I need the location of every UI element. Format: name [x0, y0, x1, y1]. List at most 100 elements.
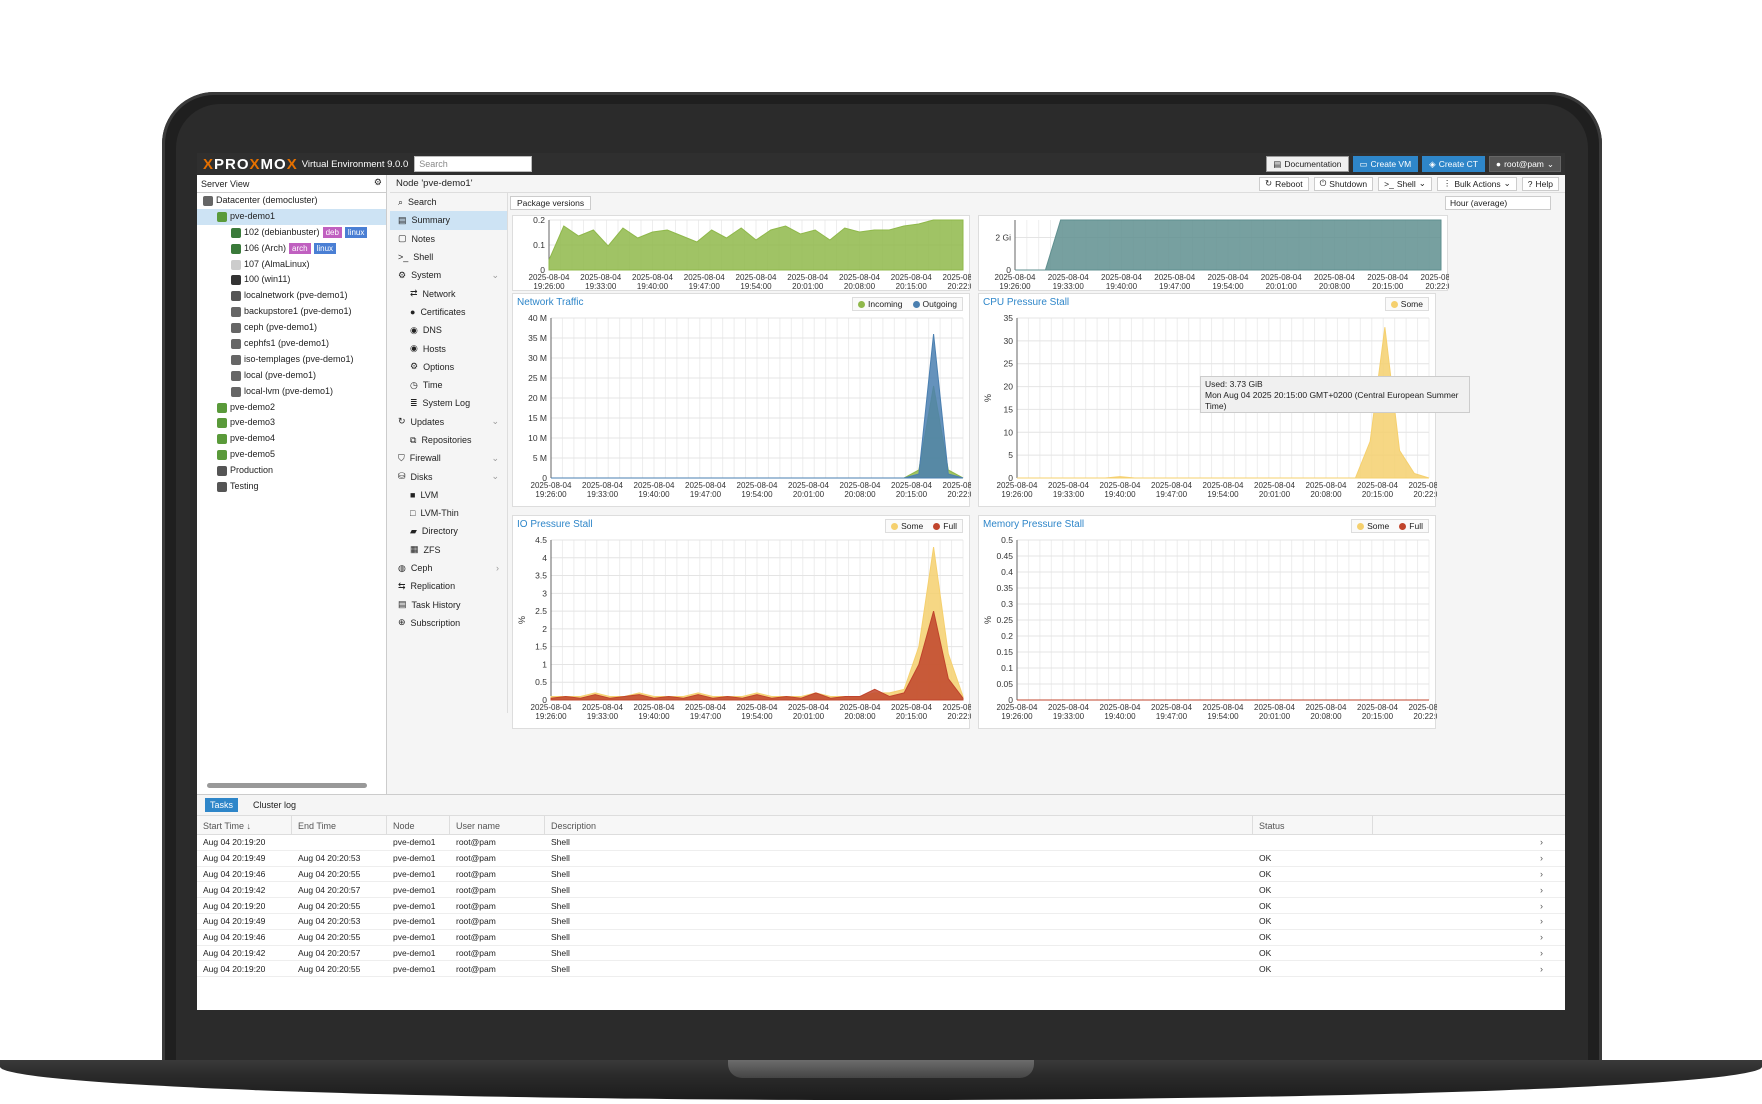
- tab-tasks[interactable]: Tasks: [205, 798, 239, 812]
- node-menu-item[interactable]: ≣ System Log: [390, 394, 507, 412]
- series-area[interactable]: [1015, 219, 1442, 271]
- column-header[interactable]: Status: [1253, 816, 1373, 834]
- documentation-button[interactable]: ▤ Documentation: [1266, 156, 1349, 172]
- node-menu-item[interactable]: ⧉ Repositories: [390, 431, 507, 449]
- node-menu-item[interactable]: ⛉ Firewall ⌄: [390, 449, 507, 467]
- node-menu-item[interactable]: □ LVM-Thin: [390, 504, 507, 522]
- search-input[interactable]: Search: [414, 156, 533, 172]
- tree-item[interactable]: cephfs1 (pve-demo1): [197, 336, 386, 352]
- chevron-icon[interactable]: ⌄: [491, 270, 499, 281]
- node-menu-item[interactable]: ⚙ Options: [390, 358, 507, 376]
- column-header[interactable]: Node: [387, 816, 450, 834]
- table-row[interactable]: Aug 04 20:19:49 Aug 04 20:20:53 pve-demo1 r…: [197, 851, 1565, 867]
- tree-item[interactable]: Testing: [197, 479, 386, 495]
- chevron-right-icon[interactable]: ›: [1540, 869, 1543, 879]
- node-menu-item[interactable]: ⊕ Subscription: [390, 614, 507, 632]
- table-row[interactable]: Aug 04 20:19:42 Aug 04 20:20:57 pve-demo1 r…: [197, 882, 1565, 899]
- gear-icon[interactable]: ⚙: [374, 177, 382, 188]
- table-row[interactable]: Aug 04 20:19:42 Aug 04 20:20:57 pve-demo1 r…: [197, 946, 1565, 962]
- node-menu-item[interactable]: ▦ ZFS: [390, 541, 507, 559]
- x-tick-time: 19:26:00: [1001, 490, 1033, 499]
- node-menu-item[interactable]: ● Certificates: [390, 303, 507, 321]
- shell-button[interactable]: >_ Shell ⌄: [1378, 176, 1432, 191]
- chevron-right-icon[interactable]: ›: [1540, 901, 1543, 911]
- tree-item[interactable]: Production: [197, 463, 386, 479]
- chevron-icon[interactable]: ›: [496, 563, 499, 573]
- node-menu-item[interactable]: ⚙ System ⌄: [390, 266, 507, 284]
- chevron-right-icon[interactable]: ›: [1540, 885, 1543, 895]
- chevron-right-icon[interactable]: ›: [1540, 837, 1543, 847]
- node-menu-item[interactable]: ◉ DNS: [390, 321, 507, 339]
- ct-icon: [231, 227, 241, 238]
- node-menu-item[interactable]: ↻ Updates ⌄: [390, 413, 507, 431]
- table-row[interactable]: Aug 04 20:19:46 Aug 04 20:20:55 pve-demo1 r…: [197, 930, 1565, 946]
- package-versions-button[interactable]: Package versions: [510, 196, 592, 210]
- node-menu-item[interactable]: ⇆ Replication: [390, 577, 507, 595]
- column-header[interactable]: Start Time ↓: [197, 816, 292, 834]
- table-row[interactable]: Aug 04 20:19:20 Aug 04 20:20:55 pve-demo1 r…: [197, 898, 1565, 914]
- table-row[interactable]: Aug 04 20:19:20 Aug 04 20:20:55 pve-demo1 r…: [197, 961, 1565, 978]
- create-vm-button[interactable]: ▭ Create VM: [1352, 156, 1419, 172]
- table-cell: Aug 04 20:20:53: [298, 853, 361, 864]
- tree-item[interactable]: localnetwork (pve-demo1): [197, 288, 386, 304]
- tree-item[interactable]: Datacenter (democluster): [197, 193, 386, 209]
- column-header[interactable]: Description: [545, 816, 1253, 834]
- node-menu-item[interactable]: ■ LVM: [390, 486, 507, 504]
- chevron-right-icon[interactable]: ›: [1540, 916, 1543, 926]
- tree-item[interactable]: iso-templages (pve-demo1): [197, 352, 386, 368]
- tree-item[interactable]: pve-demo5: [197, 447, 386, 463]
- menu-icon: ◉: [410, 324, 418, 335]
- chevron-icon[interactable]: ⌄: [491, 471, 499, 482]
- tree-scrollbar[interactable]: [207, 783, 367, 788]
- user-menu-button[interactable]: ● root@pam ⌄: [1488, 156, 1561, 172]
- chevron-right-icon[interactable]: ›: [1540, 948, 1543, 958]
- chevron-right-icon[interactable]: ›: [1540, 932, 1543, 942]
- chevron-icon[interactable]: ⌄: [491, 416, 499, 427]
- chevron-icon[interactable]: ⌄: [491, 453, 499, 464]
- tree-item[interactable]: 102 (debianbuster) deb linux: [197, 225, 386, 241]
- y-tick-label: 40 M: [528, 313, 547, 323]
- table-cell: Aug 04 20:19:20: [203, 837, 266, 848]
- tree-item[interactable]: pve-demo2: [197, 400, 386, 416]
- view-selector[interactable]: Server View ⚙: [197, 175, 386, 193]
- help-button[interactable]: ? Help: [1521, 176, 1559, 191]
- node-menu-item[interactable]: ◉ Hosts: [390, 339, 507, 357]
- tree-item[interactable]: backupstore1 (pve-demo1): [197, 304, 386, 320]
- chevron-right-icon[interactable]: ›: [1540, 853, 1543, 863]
- tab-cluster-log[interactable]: Cluster log: [248, 798, 301, 812]
- node-menu-item[interactable]: ⛁ Disks ⌄: [390, 467, 507, 485]
- table-row[interactable]: Aug 04 20:19:46 Aug 04 20:20:55 pve-demo1 r…: [197, 867, 1565, 883]
- table-row[interactable]: Aug 04 20:19:49 Aug 04 20:20:53 pve-demo1 r…: [197, 914, 1565, 930]
- menu-icon: ≣: [410, 397, 418, 408]
- chevron-right-icon[interactable]: ›: [1540, 964, 1543, 974]
- node-menu-item[interactable]: ▢ Notes: [390, 230, 507, 248]
- column-header[interactable]: End Time: [292, 816, 387, 834]
- x-tick-date: 2025-08-04: [1203, 703, 1244, 712]
- node-menu-item[interactable]: >_ Shell: [390, 248, 507, 266]
- table-cell: Shell: [551, 947, 570, 958]
- node-menu-item[interactable]: ⌕ Search: [390, 193, 507, 211]
- tree-item[interactable]: pve-demo1: [197, 208, 386, 225]
- tree-item[interactable]: pve-demo3: [197, 415, 386, 431]
- column-header[interactable]: User name: [450, 816, 545, 834]
- node-menu-item[interactable]: ▰ Directory: [390, 522, 507, 540]
- tree-item[interactable]: 100 (win11): [197, 272, 386, 288]
- tree-item[interactable]: 107 (AlmaLinux): [197, 257, 386, 273]
- node-menu-item[interactable]: ◷ Time: [390, 376, 507, 394]
- table-cell: root@pam: [456, 947, 496, 958]
- tree-item[interactable]: ceph (pve-demo1): [197, 320, 386, 336]
- node-menu-item[interactable]: ▤ Summary: [390, 211, 507, 230]
- create-ct-button[interactable]: ◈ Create CT: [1422, 156, 1485, 172]
- tree-item[interactable]: local (pve-demo1): [197, 368, 386, 384]
- timeframe-select[interactable]: Hour (average): [1445, 196, 1551, 210]
- tree-item[interactable]: local-lvm (pve-demo1): [197, 384, 386, 400]
- table-row[interactable]: Aug 04 20:19:20 pve-demo1 root@pam Shell ›: [197, 835, 1565, 851]
- shutdown-button[interactable]: ⏻ Shutdown: [1313, 176, 1374, 191]
- tree-item[interactable]: pve-demo4: [197, 431, 386, 447]
- bulk-actions-button[interactable]: ⋮ Bulk Actions ⌄: [1436, 176, 1517, 191]
- tree-item[interactable]: 106 (Arch) arch linux: [197, 241, 386, 257]
- reboot-button[interactable]: ↻ Reboot: [1259, 176, 1309, 191]
- node-menu-item[interactable]: ⇄ Network: [390, 284, 507, 302]
- node-menu-item[interactable]: ◍ Ceph ›: [390, 559, 507, 577]
- node-menu-item[interactable]: ▤ Task History: [390, 596, 507, 614]
